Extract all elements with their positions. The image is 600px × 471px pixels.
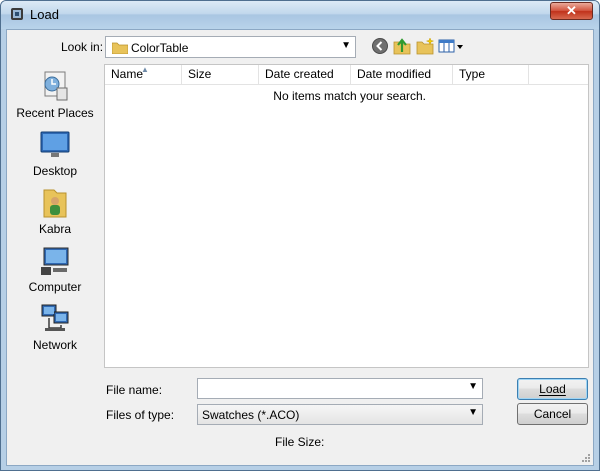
place-label: Computer [28, 280, 82, 294]
look-in-value: ColorTable [131, 41, 189, 55]
place-kabra[interactable]: Kabra [7, 186, 103, 242]
recent-places-icon [44, 71, 68, 101]
user-folder-icon [43, 189, 67, 218]
load-button[interactable]: Load [517, 378, 588, 400]
sort-ascending-icon: ▲ [141, 65, 149, 74]
column-header-size[interactable]: Size [182, 65, 259, 85]
look-in-label: Look in: [61, 40, 104, 54]
file-type-label: Files of type: [106, 408, 175, 422]
chevron-down-icon: ▼ [341, 40, 351, 51]
place-label: Kabra [38, 222, 72, 236]
cancel-button[interactable]: Cancel [517, 403, 588, 425]
place-label: Recent Places [16, 106, 94, 120]
new-folder-icon[interactable] [416, 37, 434, 55]
up-folder-icon[interactable] [393, 37, 411, 55]
place-desktop[interactable]: Desktop [7, 128, 103, 184]
place-recent-places[interactable]: Recent Places [7, 70, 103, 126]
places-bar: Recent Places Desktop Kabra Computer Net… [7, 64, 103, 404]
app-icon [11, 8, 23, 20]
look-in-dropdown[interactable]: ColorTable ▼ [105, 36, 356, 58]
network-icon [41, 304, 69, 331]
file-name-input[interactable] [198, 379, 482, 398]
title-bar[interactable]: Load ✕ [1, 1, 599, 29]
column-header-date-created[interactable]: Date created [259, 65, 351, 85]
place-network[interactable]: Network [7, 302, 103, 358]
close-button[interactable]: ✕ [550, 2, 593, 20]
chevron-down-icon: ▼ [468, 407, 478, 418]
chevron-down-icon[interactable]: ▼ [468, 381, 478, 392]
view-menu-icon[interactable] [438, 37, 468, 55]
file-type-value: Swatches (*.ACO) [202, 408, 300, 422]
dialog-body: Look in: ColorTable ▼ Recent Places Desk… [6, 29, 594, 466]
file-name-field[interactable]: ▼ [197, 378, 483, 399]
file-list[interactable]: ▲ Name Size Date created Date modified T… [104, 64, 589, 368]
column-header-type[interactable]: Type [453, 65, 529, 85]
file-name-label: File name: [106, 383, 163, 397]
file-size-label: File Size: [275, 435, 325, 449]
column-header-name[interactable]: ▲ Name [105, 65, 182, 85]
folder-icon [112, 42, 128, 54]
computer-icon [41, 247, 69, 275]
file-type-dropdown[interactable]: Swatches (*.ACO) ▼ [197, 404, 483, 425]
place-label: Desktop [32, 164, 78, 178]
column-header-date-modified[interactable]: Date modified [351, 65, 453, 85]
desktop-icon [40, 131, 70, 157]
back-icon[interactable] [371, 37, 389, 55]
empty-message: No items match your search. [273, 89, 426, 103]
window-title: Load [30, 7, 59, 22]
resize-grip-icon[interactable] [581, 453, 591, 463]
place-label: Network [32, 338, 77, 352]
column-header-filler [529, 65, 588, 85]
place-computer[interactable]: Computer [7, 244, 103, 300]
load-dialog: Load ✕ Look in: ColorTable ▼ Recent Plac… [0, 0, 600, 471]
